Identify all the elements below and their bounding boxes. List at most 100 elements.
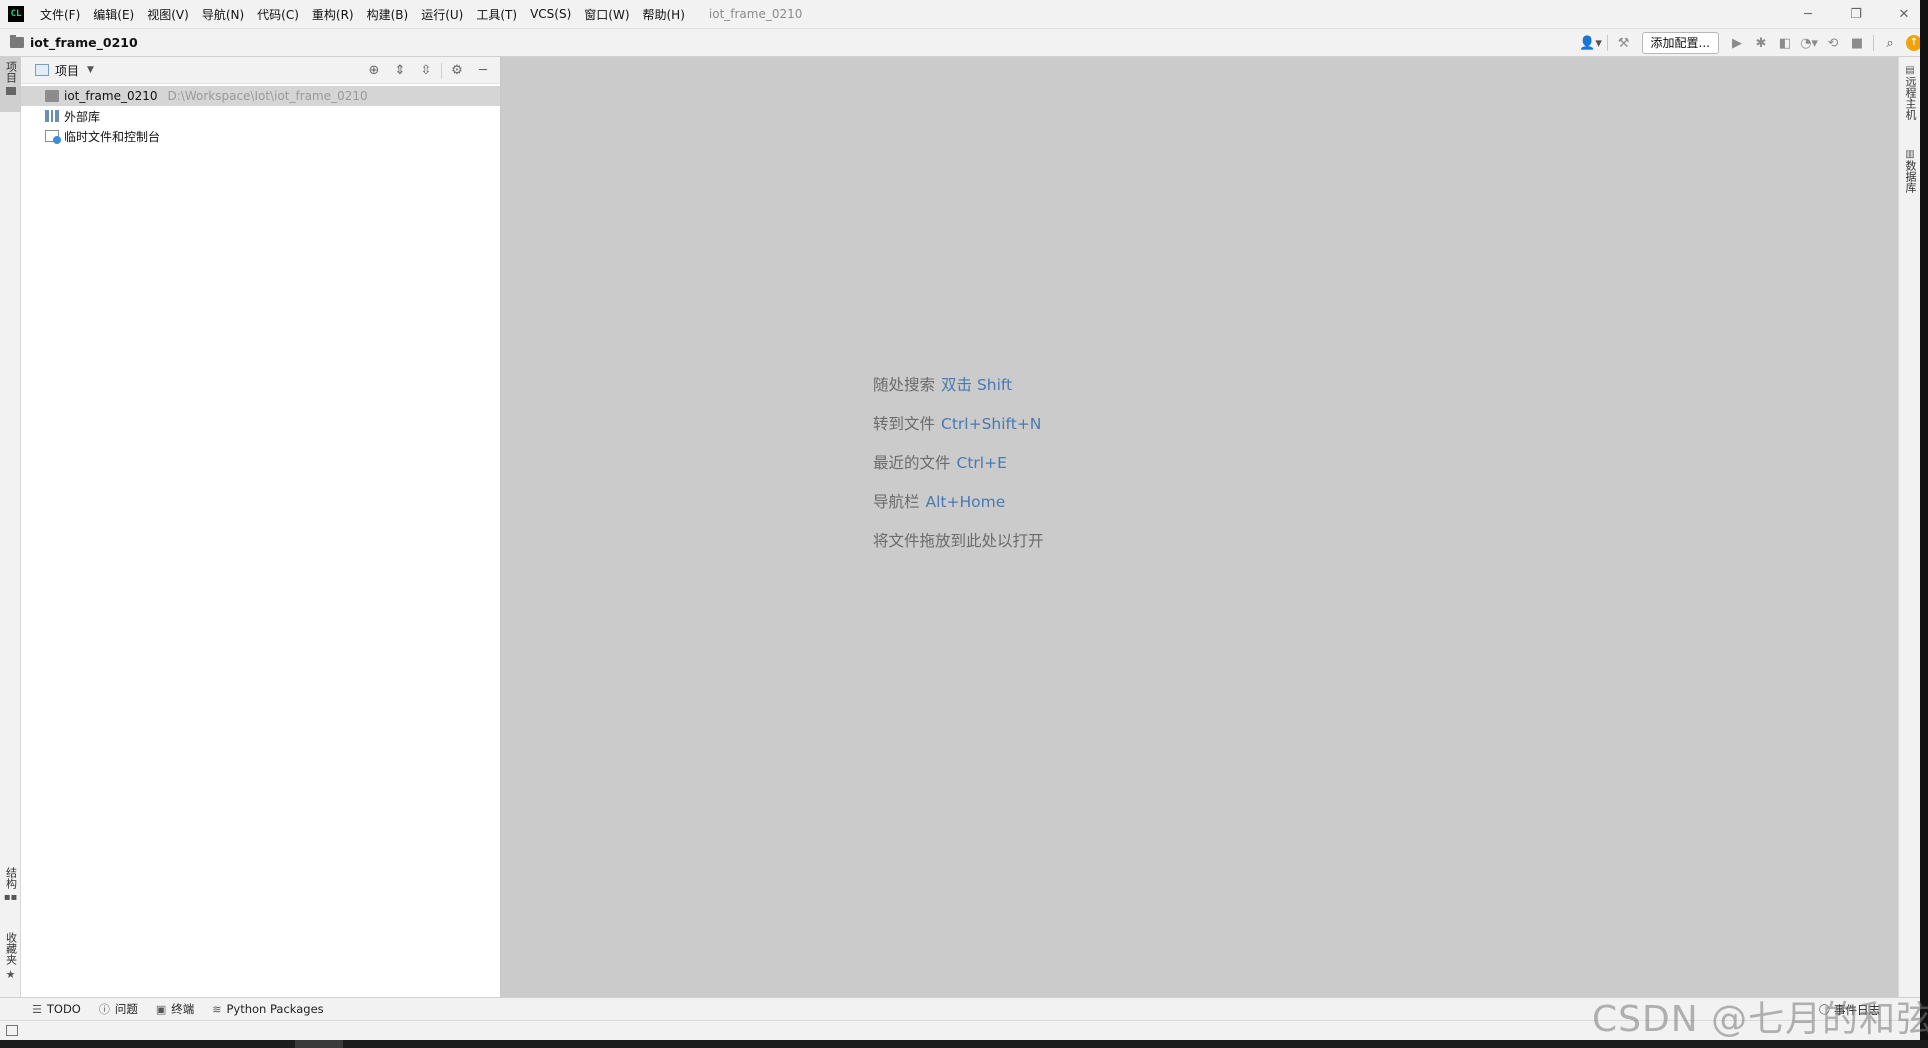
hint-shortcut: 双击 Shift [941,376,1013,394]
left-tool-stripe: 项目 结构 ▪▪ 收藏夹 ★ [0,57,21,1017]
toggle-tool-windows-icon[interactable] [6,1025,18,1036]
minimize-button[interactable]: ─ [1784,0,1832,28]
tree-item-label: iot_frame_0210 [64,89,158,103]
project-panel-title[interactable]: 项目 [55,62,79,79]
os-taskbar [0,1040,1928,1048]
search-icon[interactable]: ⌕ [1878,33,1902,53]
app-logo-icon: CL [8,6,24,22]
problems-tool-button[interactable]: ⓘ 问题 [99,1001,138,1017]
menu-build[interactable]: 构建(B) [367,6,409,23]
structure-icon: ▪▪ [3,892,18,903]
menu-code[interactable]: 代码(C) [257,6,299,23]
run-toolbar: 👤▾ ⚒ 添加配置... ▶ ✱ ◧ ◔▾ ⟲ ■ ⌕ ↑ [1579,29,1928,57]
window-controls: ─ ❐ ✕ [1784,0,1928,28]
terminal-label: 终端 [171,1002,195,1016]
library-icon [45,110,59,122]
python-packages-label: Python Packages [226,1002,324,1016]
favorites-tab-label: 收藏夹 [4,932,18,965]
database-tool-tab[interactable]: ▥ 数据库 [1899,149,1921,193]
watermark: CSDN @七月的和弦 [1592,999,1928,1040]
remote-host-tool-tab[interactable]: ▤ 远程主机 [1899,65,1921,120]
menu-help[interactable]: 帮助(H) [643,6,685,23]
coverage-icon[interactable]: ◧ [1773,33,1797,53]
hint-text: 转到文件 [873,415,936,433]
debug-icon[interactable]: ✱ [1749,33,1773,53]
window-title: iot_frame_0210 [708,7,803,21]
terminal-icon: ▣ [155,1002,167,1016]
hint-goto-file: 转到文件 Ctrl+Shift+N [873,412,1044,451]
database-icon: ▥ [1905,149,1915,160]
profile-icon[interactable]: ◔▾ [1797,33,1821,53]
tree-item-project-root[interactable]: iot_frame_0210 D:\Workspace\Iot\iot_fram… [21,86,500,106]
hint-navigation-bar: 导航栏 Alt+Home [873,490,1044,529]
python-packages-tool-button[interactable]: ≋ Python Packages [212,1002,323,1016]
gear-icon[interactable]: ⚙ [444,61,470,81]
menu-window[interactable]: 窗口(W) [584,6,629,23]
expand-all-icon[interactable]: ⇕ [387,61,413,81]
toolbar-separator [1606,35,1608,51]
editor-empty-area[interactable]: 随处搜索 双击 Shift 转到文件 Ctrl+Shift+N 最近的文件 Ctrl+… [501,57,1898,997]
star-icon: ★ [5,968,16,981]
right-tool-stripe: ▤ 远程主机 ▥ 数据库 [1898,57,1920,997]
scratch-icon [45,130,61,144]
hint-search-everywhere: 随处搜索 双击 Shift [873,373,1044,412]
stop-icon[interactable]: ■ [1845,33,1869,53]
breadcrumb-project[interactable]: iot_frame_0210 [30,35,138,50]
editor-hints: 随处搜索 双击 Shift 转到文件 Ctrl+Shift+N 最近的文件 Ctrl+… [873,373,1044,568]
menu-refactor[interactable]: 重构(R) [312,6,354,23]
problems-label: 问题 [114,1002,138,1016]
project-panel-tools: ⊕ ⇕ ⇳ ⚙ ─ [361,57,496,84]
folder-icon [5,87,16,95]
menu-run[interactable]: 运行(U) [421,6,463,23]
menu-navigate[interactable]: 导航(N) [202,6,244,23]
menu-bar: CL 文件(F) 编辑(E) 视图(V) 导航(N) 代码(C) 重构(R) 构… [0,0,1928,28]
add-configuration-button[interactable]: 添加配置... [1641,32,1719,54]
hint-recent-files: 最近的文件 Ctrl+E [873,451,1044,490]
chevron-down-icon[interactable]: ▼ [87,65,94,75]
database-tab-label: 数据库 [1904,160,1917,193]
build-hammer-icon[interactable]: ⚒ [1612,33,1636,53]
terminal-tool-button[interactable]: ▣ 终端 [156,1001,194,1017]
menu-view[interactable]: 视图(V) [147,6,189,23]
hint-shortcut: Alt+Home [925,493,1006,511]
structure-tool-tab[interactable]: 结构 ▪▪ [0,867,21,927]
tree-item-label: 外部库 [64,109,101,124]
menu-edit[interactable]: 编辑(E) [93,6,134,23]
project-tool-tab[interactable]: 项目 [0,57,21,112]
locate-file-icon[interactable]: ⊕ [361,61,387,81]
menu-tools[interactable]: 工具(T) [476,6,517,23]
menu-file[interactable]: 文件(F) [40,6,80,23]
collapse-all-icon[interactable]: ⇳ [413,61,439,81]
hint-shortcut: Ctrl+E [956,454,1007,472]
taskbar-active-item[interactable] [295,1040,343,1048]
tree-item-path: D:\Workspace\Iot\iot_frame_0210 [167,89,368,103]
favorites-tool-tab[interactable]: 收藏夹 ★ [0,932,21,997]
todo-tool-button[interactable]: ☰ TODO [32,1002,81,1016]
todo-label: TODO [46,1002,81,1016]
restore-button[interactable]: ❐ [1832,0,1880,28]
window-edge [1920,0,1928,1040]
user-icon[interactable]: 👤▾ [1579,33,1603,53]
hint-shortcut: Ctrl+Shift+N [941,415,1042,433]
project-tree: iot_frame_0210 D:\Workspace\Iot\iot_fram… [21,84,500,146]
run-icon[interactable]: ▶ [1725,33,1749,53]
hide-panel-icon[interactable]: ─ [470,61,496,81]
tree-item-external-libraries[interactable]: 外部库 [21,106,500,126]
folder-icon [10,35,24,48]
menu-vcs[interactable]: VCS(S) [530,7,571,21]
problems-icon: ⓘ [98,1003,110,1016]
hint-text: 将文件拖放到此处以打开 [873,532,1044,550]
remote-host-icon: ▤ [1905,65,1915,76]
attach-icon[interactable]: ⟲ [1821,33,1845,53]
packages-icon: ≋ [212,1002,222,1016]
remote-host-tab-label: 远程主机 [1904,76,1917,120]
ide-window: CL 文件(F) 编辑(E) 视图(V) 导航(N) 代码(C) 重构(R) 构… [0,0,1928,1040]
project-tab-label: 项目 [4,61,18,83]
tree-item-scratches[interactable]: 临时文件和控制台 [21,126,500,146]
project-panel-header: 项目 ▼ ⊕ ⇕ ⇳ ⚙ ─ [21,57,500,84]
navigation-bar: iot_frame_0210 👤▾ ⚒ 添加配置... ▶ ✱ ◧ ◔▾ ⟲ ■… [0,28,1928,57]
folder-icon [45,90,59,102]
hint-text: 最近的文件 [873,454,951,472]
list-icon: ☰ [32,1002,42,1016]
toolbar-separator [1873,35,1874,51]
